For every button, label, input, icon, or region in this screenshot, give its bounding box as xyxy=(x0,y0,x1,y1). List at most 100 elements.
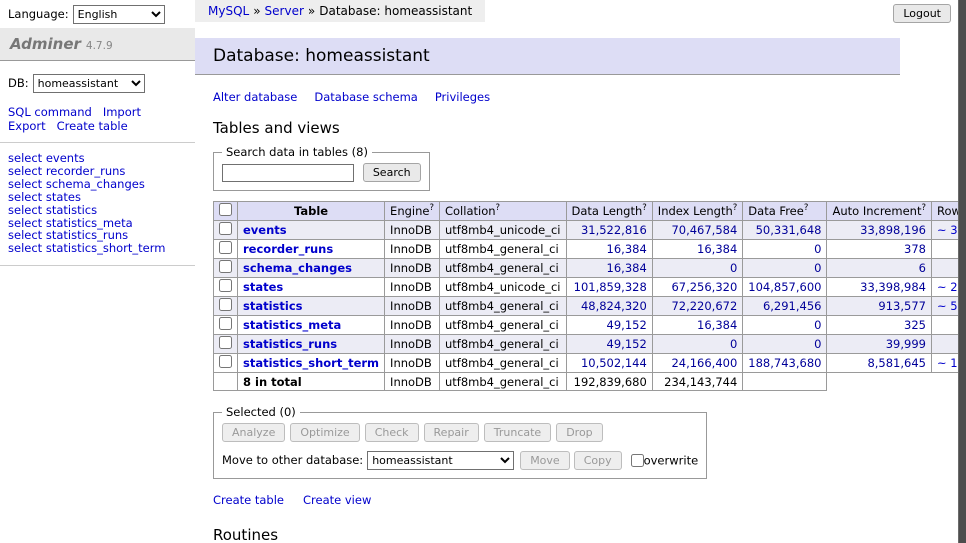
doc-link[interactable]: ? xyxy=(804,203,809,213)
check-button[interactable]: Check xyxy=(365,423,419,442)
table-name-link[interactable]: events xyxy=(243,223,287,237)
language-select[interactable]: English xyxy=(73,5,165,24)
vertical-scrollbar[interactable] xyxy=(958,0,966,543)
table-name-cell: statistics xyxy=(238,297,385,316)
table-name-link[interactable]: states xyxy=(243,280,283,294)
data-length-cell: 101,859,328 xyxy=(566,278,652,297)
table-name-link[interactable]: schema_changes xyxy=(243,261,352,275)
collation-cell: utf8mb4_unicode_ci xyxy=(439,221,566,240)
table-name-link[interactable]: statistics_meta xyxy=(243,318,341,332)
column-header-table: Table xyxy=(238,202,385,221)
table-name-link[interactable]: recorder_runs xyxy=(243,242,333,256)
sidebar-table-link[interactable]: select events xyxy=(8,152,187,165)
sidebar-table-link[interactable]: select statistics xyxy=(8,204,187,217)
index-length-cell: 72,220,672 xyxy=(652,297,743,316)
action-link-database-schema[interactable]: Database schema xyxy=(314,90,417,104)
doc-link[interactable]: ? xyxy=(496,203,501,213)
sidebar-table-link[interactable]: select states xyxy=(8,191,187,204)
create-link-create-table[interactable]: Create table xyxy=(213,493,284,507)
doc-link[interactable]: ? xyxy=(733,203,738,213)
search-input[interactable] xyxy=(222,164,354,182)
table-name-cell: schema_changes xyxy=(238,259,385,278)
sidebar-link-create-table[interactable]: Create table xyxy=(57,119,128,133)
row-checkbox[interactable] xyxy=(219,298,232,311)
move-button[interactable]: Move xyxy=(520,451,570,470)
sidebar-link-import[interactable]: Import xyxy=(103,105,141,119)
row-checkbox[interactable] xyxy=(219,279,232,292)
action-link-privileges[interactable]: Privileges xyxy=(435,90,490,104)
index-length-cell: 0 xyxy=(652,259,743,278)
row-checkbox[interactable] xyxy=(219,336,232,349)
action-link-alter-database[interactable]: Alter database xyxy=(213,90,297,104)
data-length-cell: 10,502,144 xyxy=(566,354,652,373)
breadcrumb-separator: » xyxy=(253,4,260,18)
index-length-cell: 16,384 xyxy=(652,316,743,335)
optimize-button[interactable]: Optimize xyxy=(290,423,359,442)
column-header-data-free: Data Free? xyxy=(743,202,827,221)
sidebar-command-links: SQL command Import Export Create table xyxy=(0,95,195,143)
row-checkbox[interactable] xyxy=(219,317,232,330)
search-fieldset: Search data in tables (8) Search xyxy=(213,145,430,191)
copy-button[interactable]: Copy xyxy=(574,451,622,470)
sidebar-table-link[interactable]: select schema_changes xyxy=(8,178,187,191)
data-free-cell: 0 xyxy=(743,316,827,335)
index-length-cell: 70,467,584 xyxy=(652,221,743,240)
overwrite-checkbox[interactable] xyxy=(631,454,644,467)
table-name-cell: statistics_meta xyxy=(238,316,385,335)
table-name-link[interactable]: statistics_short_term xyxy=(243,356,379,370)
sidebar-link-sql-command[interactable]: SQL command xyxy=(8,105,92,119)
table-name-link[interactable]: statistics_runs xyxy=(243,337,337,351)
engine-cell: InnoDB xyxy=(385,278,440,297)
doc-link[interactable]: ? xyxy=(429,203,434,213)
footer-data-free-cell xyxy=(743,373,827,391)
data-free-cell: 0 xyxy=(743,240,827,259)
breadcrumb-link-server[interactable]: Server xyxy=(265,4,304,18)
collation-cell: utf8mb4_general_ci xyxy=(439,297,566,316)
logout-button[interactable]: Logout xyxy=(893,4,951,23)
create-link-create-view[interactable]: Create view xyxy=(303,493,371,507)
data-free-cell: 0 xyxy=(743,335,827,354)
db-selector-row: DB:homeassistant xyxy=(0,61,195,95)
engine-cell: InnoDB xyxy=(385,259,440,278)
table-name-link[interactable]: statistics xyxy=(243,299,303,313)
repair-button[interactable]: Repair xyxy=(424,423,479,442)
search-button[interactable]: Search xyxy=(363,163,421,182)
data-free-cell: 104,857,600 xyxy=(743,278,827,297)
select-all-checkbox[interactable] xyxy=(219,203,232,216)
sidebar-table-links: select eventsselect recorder_runsselect … xyxy=(0,143,195,266)
table-row: statesInnoDButf8mb4_unicode_ci101,859,32… xyxy=(214,278,966,297)
engine-cell: InnoDB xyxy=(385,221,440,240)
overwrite-label: overwrite xyxy=(644,454,699,468)
doc-link[interactable]: ? xyxy=(921,203,926,213)
tables-footer-row: 8 in totalInnoDButf8mb4_general_ci192,83… xyxy=(214,373,966,391)
data-length-cell: 49,152 xyxy=(566,335,652,354)
move-db-select[interactable]: homeassistant xyxy=(367,451,514,470)
tables-heading: Tables and views xyxy=(213,119,882,137)
doc-link[interactable]: ? xyxy=(642,203,647,213)
sidebar-link-export[interactable]: Export xyxy=(8,119,46,133)
data-free-cell: 50,331,648 xyxy=(743,221,827,240)
selected-fieldset: Selected (0) AnalyzeOptimizeCheckRepairT… xyxy=(213,405,707,479)
select-all-cell xyxy=(214,202,238,221)
table-name-cell: statistics_short_term xyxy=(238,354,385,373)
sidebar-table-link[interactable]: select statistics_short_term xyxy=(8,242,187,255)
db-select[interactable]: homeassistant xyxy=(33,74,145,93)
footer-index-length-cell: 234,143,744 xyxy=(652,373,743,391)
drop-button[interactable]: Drop xyxy=(556,423,602,442)
app-version: 4.7.9 xyxy=(86,40,113,52)
row-checkbox[interactable] xyxy=(219,222,232,235)
row-checkbox[interactable] xyxy=(219,355,232,368)
row-checkbox[interactable] xyxy=(219,260,232,273)
analyze-button[interactable]: Analyze xyxy=(222,423,285,442)
row-checkbox[interactable] xyxy=(219,241,232,254)
data-length-cell: 49,152 xyxy=(566,316,652,335)
auto-increment-cell: 325 xyxy=(827,316,932,335)
auto-increment-cell: 39,999 xyxy=(827,335,932,354)
truncate-button[interactable]: Truncate xyxy=(484,423,551,442)
data-free-cell: 188,743,680 xyxy=(743,354,827,373)
app-name: Adminer xyxy=(10,35,81,53)
table-name-cell: statistics_runs xyxy=(238,335,385,354)
collation-cell: utf8mb4_general_ci xyxy=(439,240,566,259)
breadcrumb-link-mysql[interactable]: MySQL xyxy=(208,4,249,18)
sidebar-table-link[interactable]: select recorder_runs xyxy=(8,165,187,178)
